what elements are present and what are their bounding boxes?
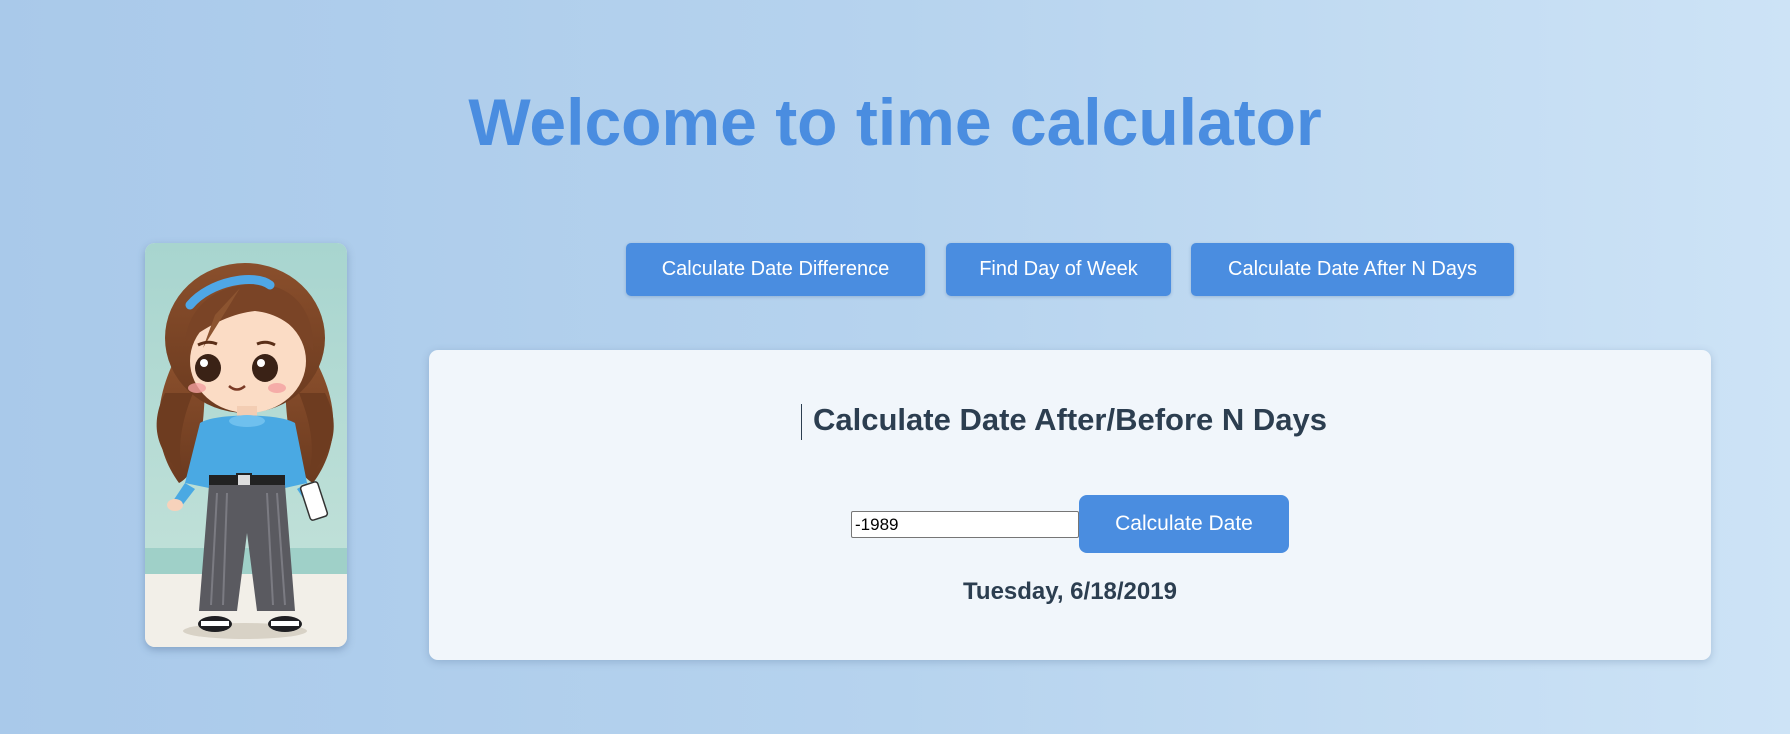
cartoon-girl-icon <box>145 243 347 647</box>
find-day-of-week-button[interactable]: Find Day of Week <box>946 243 1171 296</box>
date-after-n-days-panel: Calculate Date After/Before N Days Calcu… <box>429 350 1711 660</box>
calculate-date-button[interactable]: Calculate Date <box>1079 495 1289 553</box>
days-input[interactable] <box>851 511 1079 538</box>
result-text: Tuesday, 6/18/2019 <box>963 578 1177 605</box>
avatar-image <box>145 243 347 647</box>
calculate-date-difference-button[interactable]: Calculate Date Difference <box>626 243 925 296</box>
text-cursor <box>801 404 802 440</box>
calculate-date-after-n-days-button[interactable]: Calculate Date After N Days <box>1191 243 1514 296</box>
page-title: Welcome to time calculator <box>468 85 1322 159</box>
panel-title: Calculate Date After/Before N Days <box>813 402 1327 437</box>
nav-bar: Calculate Date Difference Find Day of We… <box>0 243 1790 296</box>
